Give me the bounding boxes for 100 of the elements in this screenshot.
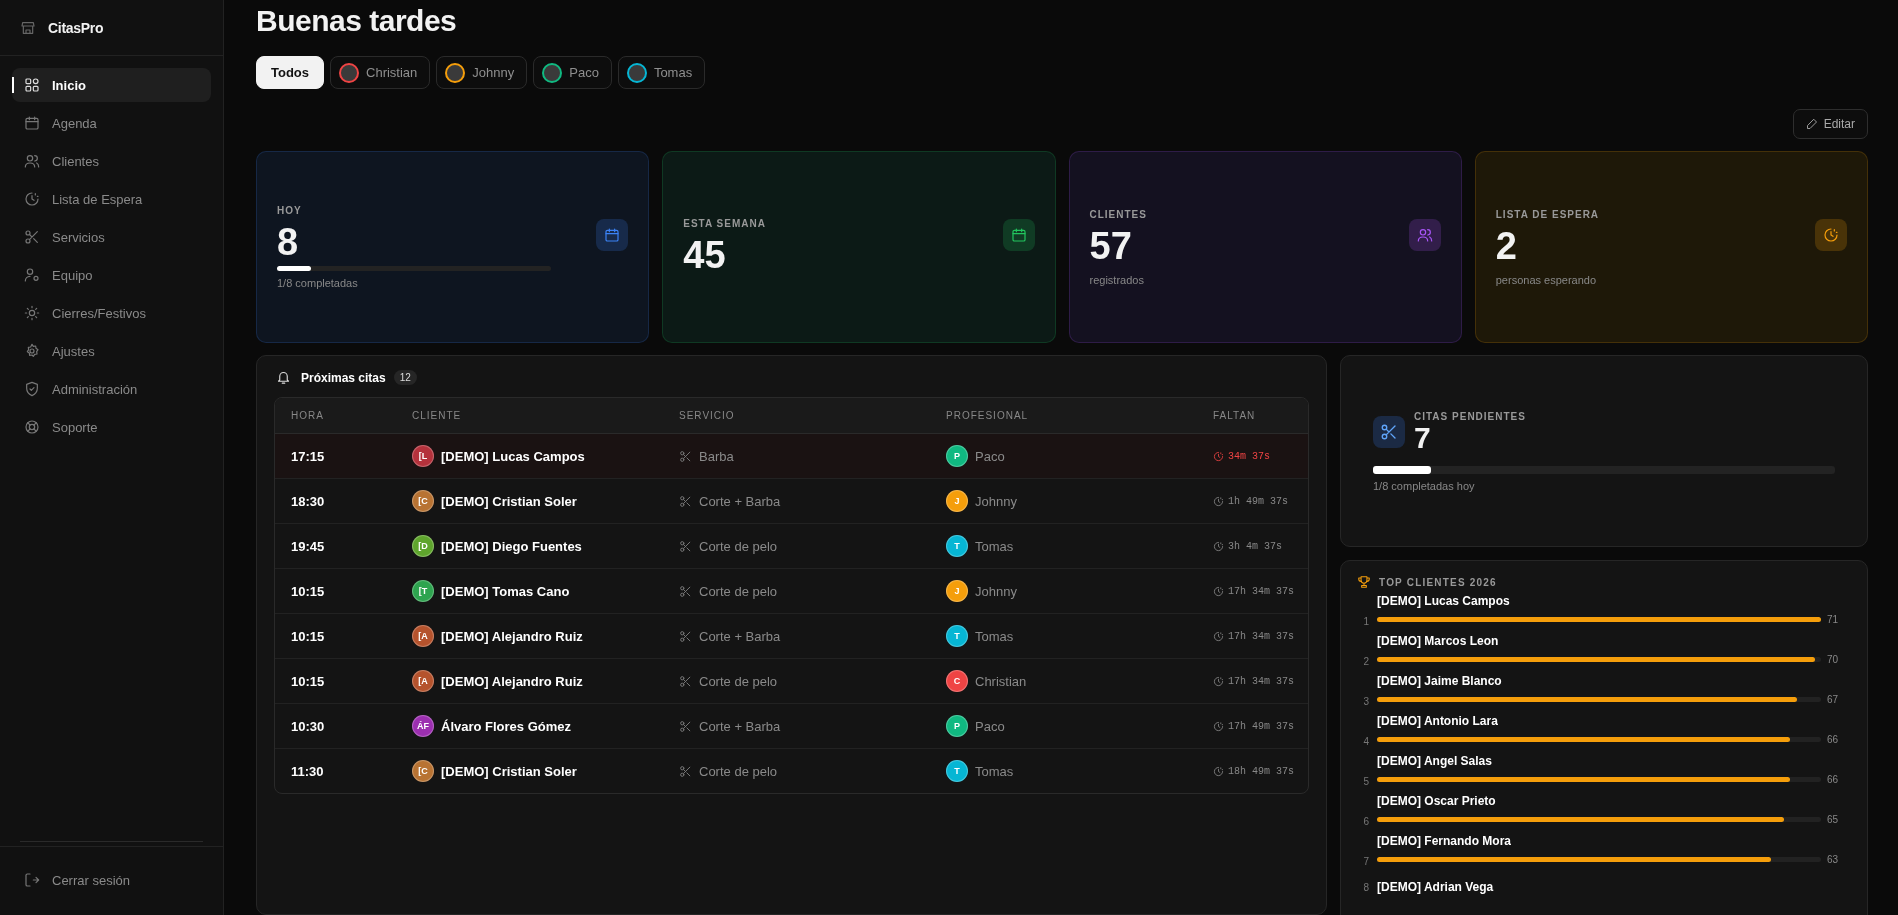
scissors-icon: [679, 764, 692, 778]
client-name: [DEMO] Alejandro Ruiz: [441, 673, 583, 689]
service-name: Corte + Barba: [699, 493, 781, 509]
users-icon: [1416, 227, 1433, 243]
filter-tab[interactable]: Christian: [330, 56, 431, 89]
remaining-time: 17h 49m 37s: [1228, 720, 1294, 732]
visit-count: 65: [1827, 814, 1840, 825]
stat-caption: registrados: [1089, 273, 1145, 286]
scissors-icon: [679, 494, 692, 508]
time-cell-text: 18:30: [291, 493, 326, 509]
client-name: [DEMO] Oscar Prieto: [1377, 794, 1497, 808]
nav-item[interactable]: Ajustes: [12, 334, 211, 368]
client-name: [DEMO] Lucas Campos: [441, 448, 585, 464]
time-cell-text: 10:15: [291, 673, 326, 689]
table-row[interactable]: 11:30 [C [DEMO] Cristian Soler Corte de pelo T Tomas 18h 49m 37s: [275, 749, 1308, 793]
remaining-time: 34m 37s: [1228, 450, 1270, 462]
nav-item[interactable]: Soporte: [12, 410, 211, 444]
rank-number: 5: [1362, 776, 1369, 787]
nav-item[interactable]: Administración: [12, 372, 211, 406]
rank-number: 2: [1362, 656, 1369, 667]
stat-label: CITAS PENDIENTES: [1414, 410, 1526, 422]
nav-item[interactable]: Equipo: [12, 258, 211, 292]
filter-tab[interactable]: Paco: [533, 56, 612, 89]
client-name: [DEMO] Antonio Lara: [1377, 714, 1499, 728]
filter-tab[interactable]: Johnny: [436, 56, 528, 89]
page-title: Buenas tardes: [256, 3, 458, 39]
stat-label: ESTA SEMANA: [683, 217, 767, 229]
table-row[interactable]: 10:15 [T [DEMO] Tomas Cano Corte de pelo J Johnny 17h 34m 37s: [275, 569, 1308, 614]
client-name: [DEMO] Jaime Blanco: [1377, 674, 1503, 688]
stat-value: 57: [1089, 223, 1133, 268]
nav-item[interactable]: Agenda: [12, 106, 211, 140]
logout-link[interactable]: Cerrar sesión: [12, 863, 211, 897]
scissors-icon: [24, 229, 40, 245]
service-name: Corte + Barba: [699, 628, 781, 644]
visit-count: 70: [1827, 654, 1840, 665]
stat-caption: 1/8 completadas hoy: [1373, 479, 1476, 492]
client-name: [DEMO] Tomas Cano: [441, 583, 570, 599]
professional-name: Paco: [975, 718, 1005, 734]
rank-number: 4: [1362, 736, 1369, 747]
time-cell-text: 19:45: [291, 538, 326, 554]
column-header: HORA: [291, 410, 325, 421]
table-row[interactable]: 10:30 ÁF Álvaro Flores Gómez Corte + Barba P Paco 17h 49m 37s: [275, 704, 1308, 749]
grid-icon: [24, 77, 40, 93]
nav-item[interactable]: Inicio: [12, 68, 211, 102]
rank-number: 3: [1362, 696, 1369, 707]
nav-item[interactable]: Cierres/Festivos: [12, 296, 211, 330]
service-name: Corte de pelo: [699, 583, 778, 599]
panel-title: TOP CLIENTES 2026: [1379, 576, 1497, 588]
calendar-icon: [1010, 227, 1027, 243]
filter-tab[interactable]: Todos: [256, 56, 325, 89]
table-row[interactable]: 18:30 [C [DEMO] Cristian Soler Corte + Barba J Johnny 1h 49m 37s: [275, 479, 1308, 524]
stat-value: 7: [1414, 421, 1432, 454]
client-name: [DEMO] Cristian Soler: [441, 493, 577, 509]
clock-icon: [1213, 720, 1224, 732]
time-cell-text: 10:15: [291, 583, 326, 599]
remaining-time: 17h 34m 37s: [1228, 585, 1294, 597]
filter-tab[interactable]: Tomas: [617, 56, 706, 89]
stat-caption: personas esperando: [1495, 273, 1598, 286]
rank-number: 1: [1362, 616, 1369, 627]
clock-icon: [1213, 585, 1224, 597]
edit-button[interactable]: Editar: [1792, 109, 1868, 139]
time-cell-text: 10:30: [291, 718, 326, 734]
nav-item[interactable]: Servicios: [12, 220, 211, 254]
brand-name: CitasPro: [48, 19, 104, 36]
professional-name: Tomas: [975, 538, 1014, 554]
visit-count: 66: [1827, 734, 1840, 745]
initials-avatar: T: [946, 535, 968, 557]
service-name: Corte de pelo: [699, 673, 778, 689]
service-name: Corte de pelo: [699, 538, 778, 554]
initials-avatar: [A: [412, 670, 434, 692]
remaining-time: 3h 4m 37s: [1228, 540, 1282, 552]
table-row[interactable]: 10:15 [A [DEMO] Alejandro Ruiz Corte de pelo C Christian 17h 34m 37s: [275, 659, 1308, 704]
client-name: [DEMO] Marcos Leon: [1377, 634, 1500, 648]
table-row[interactable]: 10:15 [A [DEMO] Alejandro Ruiz Corte + Barba T Tomas 17h 34m 37s: [275, 614, 1308, 659]
nav-item[interactable]: Lista de Espera: [12, 182, 211, 216]
client-name: [DEMO] Angel Salas: [1377, 754, 1493, 768]
column-header: PROFESIONAL: [946, 410, 1030, 421]
team-icon: [24, 267, 40, 283]
professional-name: Tomas: [975, 763, 1014, 779]
visit-count: 71: [1827, 614, 1840, 625]
calendar-icon: [24, 115, 40, 131]
visit-count: 63: [1827, 854, 1840, 865]
clock-icon: [1823, 227, 1839, 243]
clock-icon: [1213, 630, 1224, 642]
nav-item[interactable]: Clientes: [12, 144, 211, 178]
sun-icon: [24, 305, 40, 321]
trophy-icon: [1357, 575, 1371, 589]
initials-avatar: ÁF: [412, 715, 434, 737]
table-row[interactable]: 17:15 [L [DEMO] Lucas Campos Barba P Paco 34m 37s: [275, 434, 1308, 479]
table-row[interactable]: 19:45 [D [DEMO] Diego Fuentes Corte de pelo T Tomas 3h 4m 37s: [275, 524, 1308, 569]
pencil-icon: [1805, 118, 1818, 130]
client-name: [DEMO] Cristian Soler: [441, 763, 577, 779]
stat-label: LISTA DE ESPERA: [1495, 208, 1601, 220]
visit-count: 67: [1827, 694, 1840, 705]
time-cell-text: 17:15: [291, 448, 326, 464]
scissors-icon: [679, 449, 692, 463]
initials-avatar: [D: [412, 535, 434, 557]
initials-avatar: [C: [412, 490, 434, 512]
professional-name: Tomas: [975, 628, 1014, 644]
calendar-icon: [604, 227, 621, 243]
